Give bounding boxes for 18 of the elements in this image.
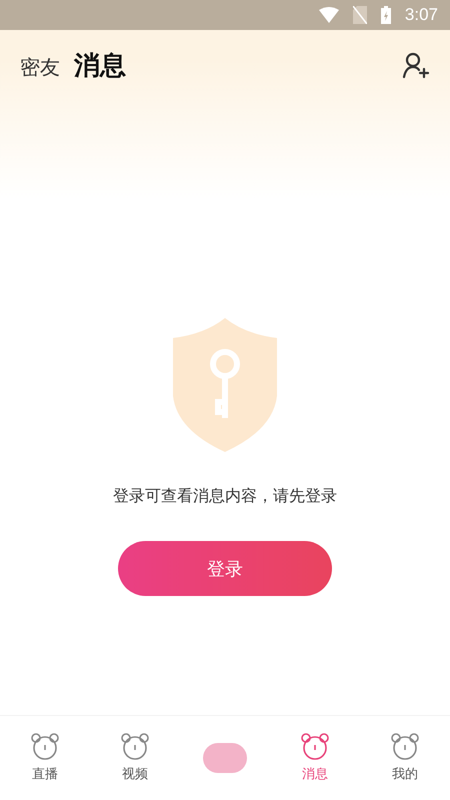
- wifi-icon: [318, 7, 339, 23]
- no-sim-icon: [352, 6, 367, 24]
- header-tab[interactable]: 消息: [74, 48, 126, 82]
- add-friend-icon[interactable]: [402, 51, 430, 79]
- login-message: 登录可查看消息内容，请先登录: [113, 486, 337, 507]
- shield-key-icon: [173, 318, 277, 452]
- nav-tab[interactable]: 视频: [122, 765, 148, 783]
- nav-tab[interactable]: 我的: [392, 765, 418, 783]
- nav-tab[interactable]: 消息: [302, 765, 328, 783]
- nav-tab-icon[interactable]: [120, 733, 150, 761]
- nav-tab-icon[interactable]: [390, 733, 420, 761]
- nav-tab-icon[interactable]: [30, 733, 60, 761]
- status-time: 3:07: [404, 5, 438, 25]
- header-tab[interactable]: 密友: [20, 54, 60, 80]
- login-button[interactable]: 登录: [118, 541, 332, 596]
- battery-icon: [380, 6, 391, 24]
- nav-tab-icon[interactable]: [300, 733, 330, 761]
- nav-tab[interactable]: 直播: [32, 765, 58, 783]
